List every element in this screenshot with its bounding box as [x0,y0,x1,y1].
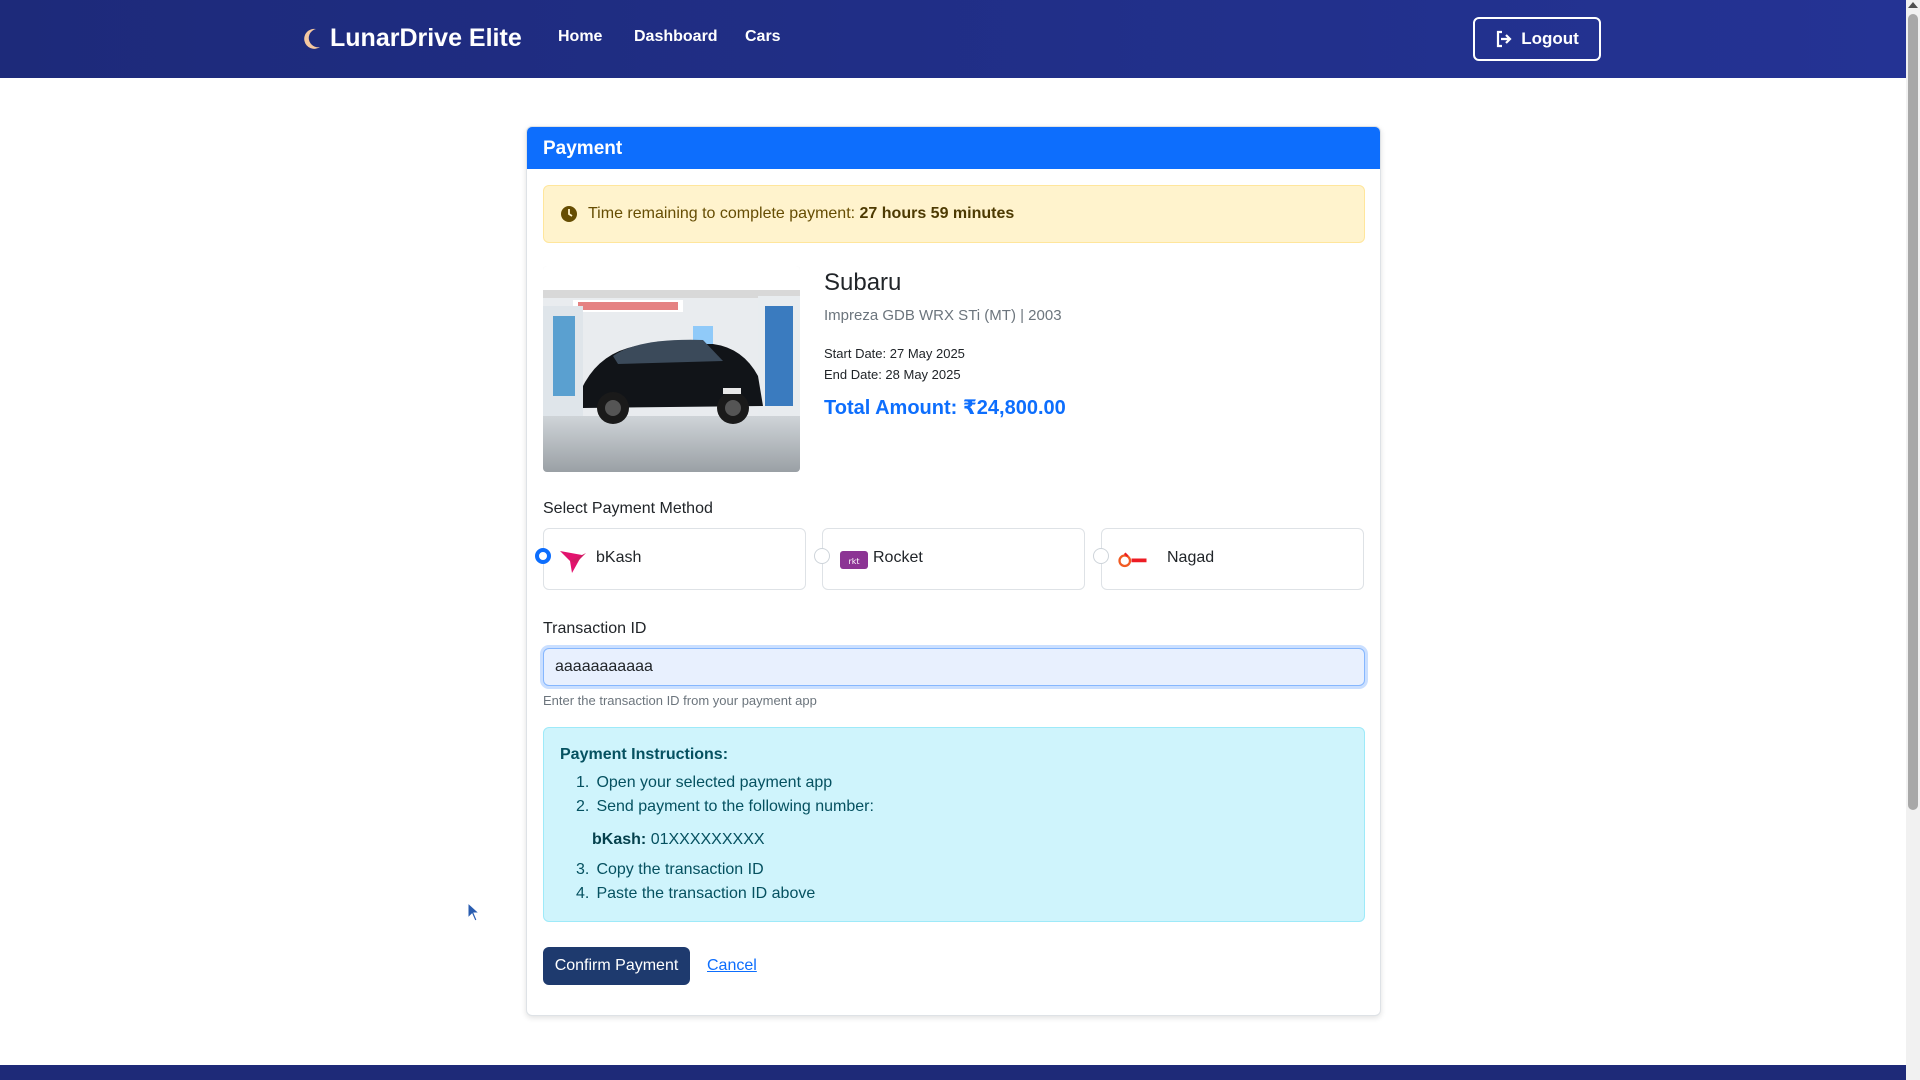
radio-rocket[interactable] [814,548,830,564]
footer [0,1065,1906,1080]
instruction-step: 3. Copy the transaction ID [576,861,764,878]
payment-option-bkash[interactable]: bKash [543,528,806,590]
logout-label: Logout [1521,29,1579,48]
bkash-label: bKash [596,549,642,566]
rocket-label: Rocket [873,549,923,566]
payment-instructions: Payment Instructions: 1. Open your selec… [543,727,1365,922]
car-subtitle: Impreza GDB WRX STi (MT) | 2003 [824,307,1062,324]
radio-bkash[interactable] [535,548,551,564]
brand-name: LunarDrive Elite [330,24,522,52]
nav-cars-link[interactable]: Cars [745,28,781,46]
transaction-id-input[interactable] [543,648,1365,686]
confirm-payment-button[interactable]: Confirm Payment [543,947,690,985]
car-title: Subaru [824,269,902,296]
cancel-link[interactable]: Cancel [707,957,757,975]
instruction-step: 2. Send payment to the following number: [576,798,874,815]
logout-button[interactable]: Logout [1473,17,1601,61]
payment-option-nagad[interactable]: Nagad [1101,528,1364,590]
moon-icon [304,28,320,49]
payment-card: Payment Time remaining to complete payme… [526,126,1381,1016]
car-image [543,266,800,472]
end-date: End Date: 28 May 2025 [824,367,961,382]
nav-home-link[interactable]: Home [558,28,602,46]
nagad-label: Nagad [1167,549,1215,566]
mouse-cursor-icon [467,902,481,922]
clock-icon [561,206,577,222]
transaction-help-text: Enter the transaction ID from your payme… [543,693,817,708]
radio-nagad[interactable] [1093,548,1109,564]
payment-option-rocket[interactable]: rkt Rocket [822,528,1085,590]
transaction-id-label: Transaction ID [543,620,647,637]
payment-number: bKash: 01XXXXXXXXX [592,831,765,848]
bkash-icon [560,551,586,573]
nagad-icon [1118,552,1147,568]
logout-icon [1497,30,1512,48]
timer-alert: Time remaining to complete payment: 27 h… [543,185,1365,243]
brand-logo[interactable]: LunarDrive Elite [302,24,522,53]
timer-text: Time remaining to complete payment: 27 h… [588,205,1015,222]
scroll-up-arrow-icon[interactable] [1908,2,1918,8]
rocket-icon: rkt [840,551,868,569]
instruction-step: 1. Open your selected payment app [576,774,833,791]
payment-method-label: Select Payment Method [543,500,713,517]
total-amount: Total Amount: ₹24,800.00 [824,397,1066,419]
nav-dashboard-link[interactable]: Dashboard [634,28,718,46]
scrollbar-thumb[interactable] [1908,14,1918,810]
timer-value: 27 hours 59 minutes [859,205,1015,222]
top-navbar: LunarDrive Elite Home Dashboard Cars Log… [0,0,1906,78]
start-date: Start Date: 27 May 2025 [824,346,965,361]
instruction-step: 4. Paste the transaction ID above [576,885,816,902]
instructions-title: Payment Instructions: [560,746,729,763]
card-header: Payment [527,127,1380,169]
svg-text:rkt: rkt [848,557,859,566]
